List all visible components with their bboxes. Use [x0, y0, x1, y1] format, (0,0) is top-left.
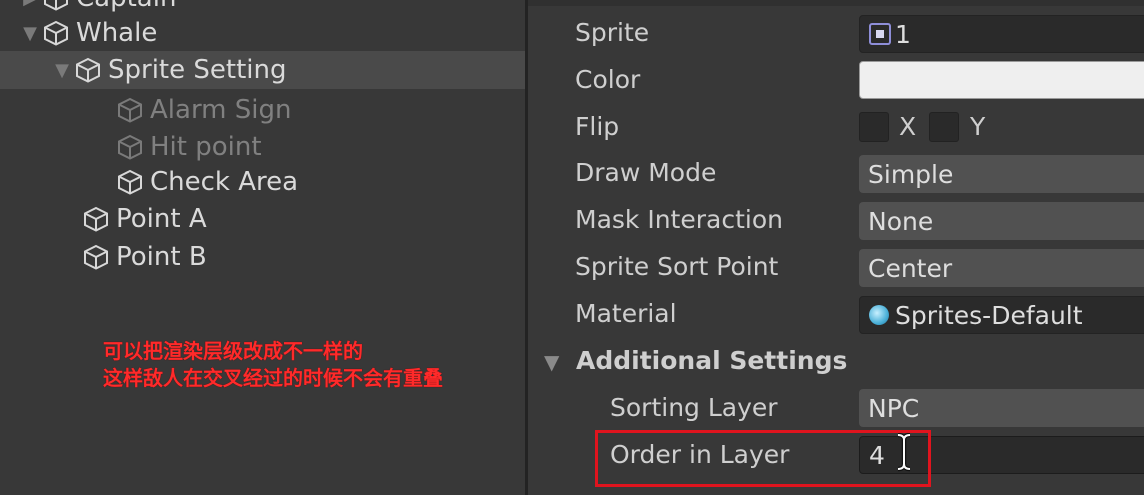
sorting-layer-dropdown[interactable]: NPC — [859, 389, 1144, 427]
gameobject-icon — [72, 54, 104, 86]
foldout-open-icon[interactable]: ▼ — [52, 60, 72, 81]
hierarchy-item-label: Point B — [116, 242, 207, 272]
flip-x-checkbox[interactable] — [859, 112, 889, 142]
sorting-layer-value: NPC — [868, 393, 920, 423]
flip-y-checkbox[interactable] — [929, 112, 959, 142]
sprite-field[interactable]: 1 — [859, 15, 1144, 53]
flip-x-label: X — [899, 112, 917, 141]
hierarchy-item-alarm-sign[interactable]: Alarm Sign — [0, 91, 525, 129]
draw-mode-label: Draw Mode — [575, 158, 717, 187]
gameobject-icon — [114, 94, 146, 126]
gameobject-icon — [114, 166, 146, 198]
draw-mode-dropdown[interactable]: Simple — [859, 155, 1144, 193]
sprite-sort-point-dropdown[interactable]: Center — [859, 249, 1144, 287]
hierarchy-item-hit-point[interactable]: Hit point — [0, 128, 525, 166]
hierarchy-item-label: Whale — [76, 18, 158, 48]
annotation-line-1: 可以把渲染层级改成不一样的 — [103, 339, 363, 363]
gameobject-icon — [80, 241, 112, 273]
sprite-label: Sprite — [575, 18, 650, 47]
hierarchy-item-point-b[interactable]: Point B — [0, 238, 525, 276]
flip-y-label: Y — [970, 112, 986, 141]
hierarchy-item-label: Alarm Sign — [150, 95, 292, 125]
hierarchy-item-check-area[interactable]: Check Area — [0, 163, 525, 201]
foldout-open-icon[interactable]: ▼ — [544, 350, 559, 374]
gameobject-icon — [40, 17, 72, 49]
sprite-value: 1 — [895, 19, 911, 49]
gameobject-icon — [80, 203, 112, 235]
gameobject-icon — [40, 0, 72, 14]
additional-settings-header[interactable]: Additional Settings — [576, 346, 847, 375]
flip-label: Flip — [575, 112, 620, 141]
order-in-layer-value: 4 — [869, 440, 885, 470]
annotation-caption: 可以把渲染层级改成不一样的 这样敌人在交叉经过的时候不会有重叠 — [103, 338, 443, 392]
hierarchy-item-label: Point A — [116, 204, 207, 234]
mask-interaction-label: Mask Interaction — [575, 205, 783, 234]
foldout-open-icon[interactable]: ▼ — [20, 23, 40, 44]
sorting-layer-label: Sorting Layer — [610, 393, 778, 422]
hierarchy-item-sprite-setting[interactable]: ▼ Sprite Setting — [0, 51, 525, 89]
hierarchy-item-label: Captain — [76, 0, 176, 13]
material-icon — [869, 305, 889, 325]
mask-interaction-dropdown[interactable]: None — [859, 202, 1144, 240]
material-value: Sprites-Default — [895, 300, 1083, 330]
annotation-line-2: 这样敌人在交叉经过的时候不会有重叠 — [103, 366, 443, 390]
hierarchy-item-whale[interactable]: ▼ Whale — [0, 14, 525, 52]
order-in-layer-label: Order in Layer — [610, 440, 790, 469]
text-cursor-icon — [897, 432, 911, 472]
sprite-sort-point-label: Sprite Sort Point — [575, 252, 779, 281]
hierarchy-panel: ▶ Captain ▼ Whale ▼ Sprite Setting Alarm… — [0, 0, 525, 495]
hierarchy-item-point-a[interactable]: Point A — [0, 200, 525, 238]
color-label: Color — [575, 65, 641, 94]
sprite-sort-point-value: Center — [868, 253, 953, 283]
material-field[interactable]: Sprites-Default — [859, 296, 1144, 334]
hierarchy-item-label: Sprite Setting — [108, 55, 287, 85]
inspector-panel: Sprite 1 Color Flip X Y Draw Mode Simple… — [528, 0, 1144, 495]
hierarchy-item-label: Hit point — [150, 132, 262, 162]
material-label: Material — [575, 299, 677, 328]
sprite-icon — [869, 23, 891, 45]
draw-mode-value: Simple — [868, 159, 954, 189]
gameobject-icon — [114, 131, 146, 163]
hierarchy-item-label: Check Area — [150, 167, 299, 197]
color-swatch-field[interactable] — [859, 61, 1144, 99]
mask-interaction-value: None — [868, 206, 934, 236]
foldout-closed-icon[interactable]: ▶ — [20, 0, 40, 9]
inspector-top-strip — [528, 0, 1144, 6]
